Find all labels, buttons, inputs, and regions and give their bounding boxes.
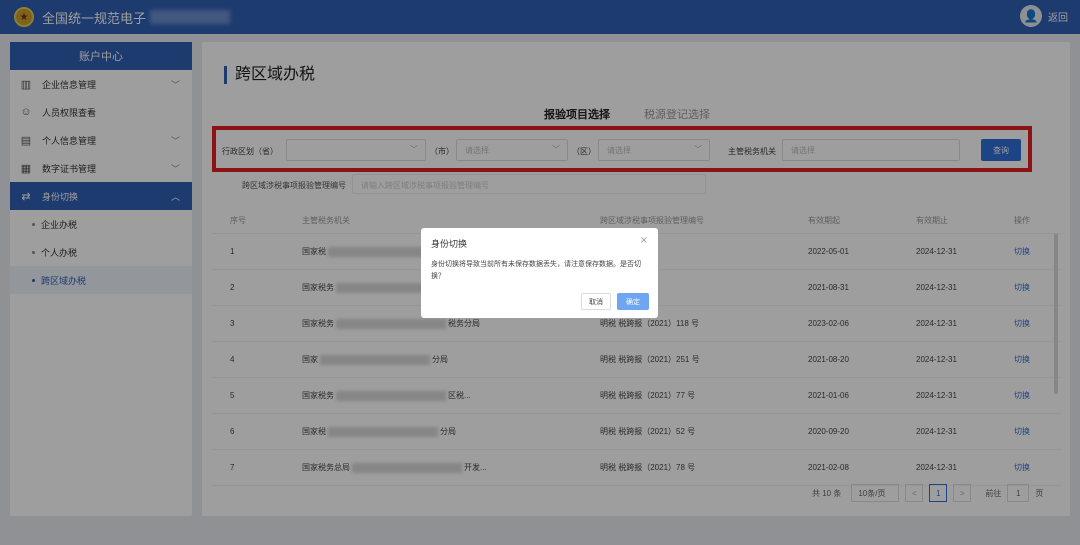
- dialog-title: 身份切换: [431, 239, 468, 249]
- identity-switch-dialog: 身份切换 × 身份切换将导致当前所有未保存数据丢失，请注意保存数据。是否切换？ …: [421, 228, 658, 318]
- close-icon[interactable]: ×: [640, 235, 648, 246]
- dialog-message: 身份切换将导致当前所有未保存数据丢失，请注意保存数据。是否切换？: [431, 261, 641, 280]
- cancel-button[interactable]: 取消: [581, 293, 611, 310]
- confirm-button[interactable]: 确定: [617, 293, 649, 310]
